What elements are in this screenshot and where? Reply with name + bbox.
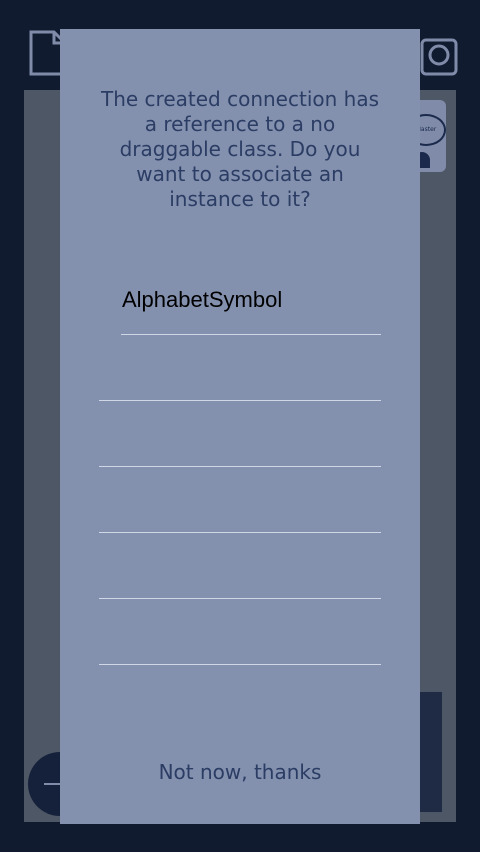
option-row-1[interactable] <box>99 270 381 334</box>
option-divider-3 <box>99 466 381 467</box>
not-now-button[interactable]: Not now, thanks <box>100 757 380 787</box>
option-row-6[interactable] <box>99 600 381 664</box>
option-row-4[interactable] <box>99 468 381 532</box>
option-row-3[interactable] <box>99 402 381 466</box>
option-row-5[interactable] <box>99 534 381 598</box>
option-row-2[interactable] <box>99 336 381 400</box>
dialog-message: The created connection has a reference t… <box>101 87 379 211</box>
option-divider-5 <box>99 598 381 599</box>
option-divider-2 <box>99 400 381 401</box>
option-divider-4 <box>99 532 381 533</box>
option-divider-1 <box>121 334 381 335</box>
camera-icon[interactable] <box>420 30 458 76</box>
option-divider-6 <box>99 664 381 665</box>
associate-instance-dialog: The created connection has a reference t… <box>60 29 420 824</box>
app-screen: Master The created connection has a refe… <box>0 0 480 852</box>
